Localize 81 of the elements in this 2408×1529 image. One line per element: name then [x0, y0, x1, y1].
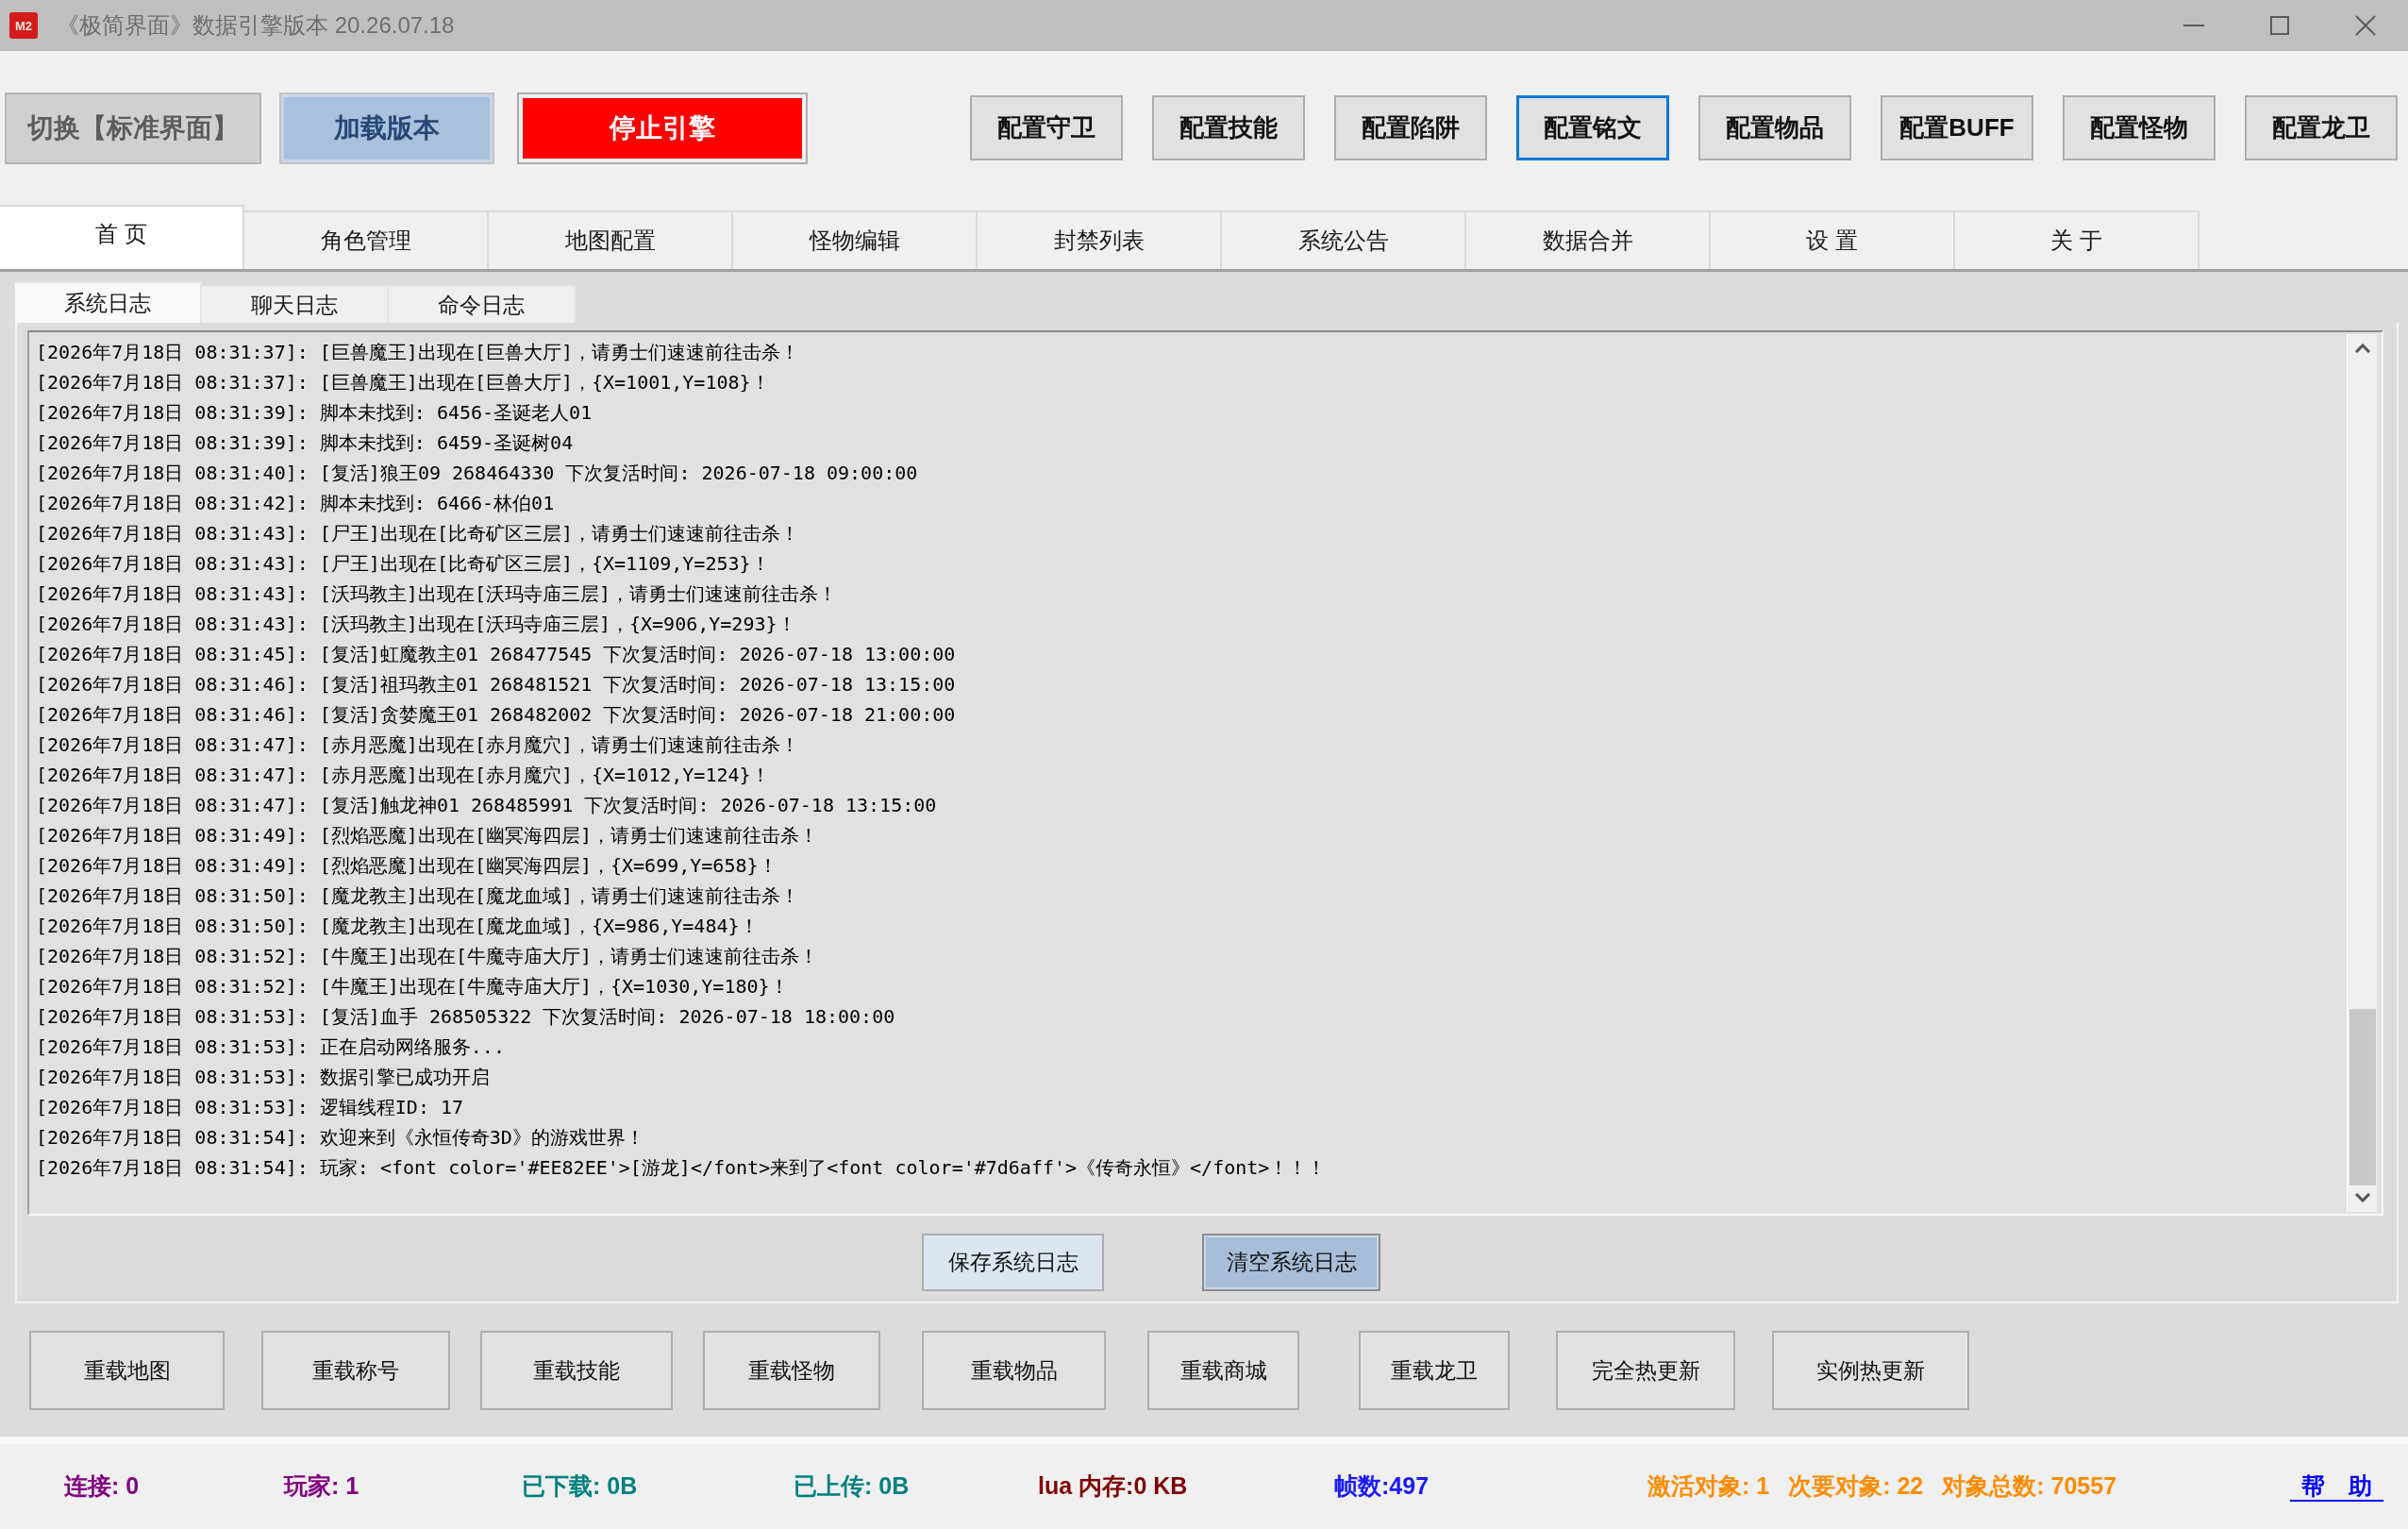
status-text: 玩家: 1 — [284, 1471, 360, 1502]
tab[interactable]: 数据合并 — [1466, 210, 1711, 269]
log-line: [2026年7月18日 08:31:53]: 逻辑线程ID: 17 — [36, 1095, 465, 1120]
log-line: [2026年7月18日 08:31:53]: 正在启动网络服务... — [36, 1034, 506, 1060]
log-line: [2026年7月18日 08:31:40]: [复活]狼王09 268464330 下次复活时间: 2026-07-18 09:00:00 — [36, 461, 919, 486]
log-line: [2026年7月18日 08:31:43]: [沃玛教主]出现在[沃玛寺庙三层]，{X=906,Y=293}！ — [36, 612, 797, 637]
log-line: [2026年7月18日 08:31:46]: [复活]贪婪魔王01 268482002 下次复活时间: 2026-07-18 21:00:00 — [36, 702, 957, 728]
config-button[interactable]: 配置技能 — [1152, 95, 1305, 160]
log-line: [2026年7月18日 08:31:54]: 欢迎来到《永恒传奇3D》的游戏世界！ — [36, 1125, 645, 1151]
log-line: [2026年7月18日 08:31:54]: 玩家: <font color='#EE82EE'>[游龙]</font>来到了<font color='#7d6aff'>《传奇永恒》</font>！！！ — [36, 1155, 1328, 1181]
status-text: 已上传: 0B — [794, 1471, 911, 1502]
reload-button[interactable]: 重载称号 — [261, 1331, 450, 1410]
log-tab[interactable]: 命令日志 — [389, 285, 576, 323]
reload-button[interactable]: 实例热更新 — [1772, 1331, 1969, 1410]
log-tab[interactable]: 系统日志 — [15, 281, 202, 323]
log-tab[interactable]: 聊天日志 — [202, 285, 389, 323]
reload-button[interactable]: 重载技能 — [480, 1331, 673, 1410]
status-text: 激活对象: 1 — [1647, 1471, 1770, 1502]
log-button[interactable]: 清空系统日志 — [1202, 1234, 1380, 1291]
help-link[interactable]: 帮 助 — [2290, 1471, 2383, 1502]
status-text: 帧数:497 — [1334, 1471, 1430, 1502]
log-line: [2026年7月18日 08:31:47]: [赤月恶魔]出现在[赤月魔穴]，{X=1012,Y=124}！ — [36, 763, 771, 788]
reload-button[interactable]: 重载龙卫 — [1359, 1331, 1510, 1410]
log-line: [2026年7月18日 08:31:43]: [尸王]出现在[比奇矿区三层]，请勇士们速速前往击杀！ — [36, 521, 800, 546]
toolbar-button[interactable]: 加载版本 — [279, 92, 494, 164]
log-line: [2026年7月18日 08:31:47]: [复活]触龙神01 268485991 下次复活时间: 2026-07-18 13:15:00 — [36, 793, 938, 818]
log-line: [2026年7月18日 08:31:39]: 脚本未找到: 6459-圣诞树04 — [36, 430, 575, 456]
log-line: [2026年7月18日 08:31:53]: 数据引擎已成功开启 — [36, 1065, 491, 1090]
close-icon — [2354, 15, 2376, 36]
reload-button[interactable]: 重载地图 — [29, 1331, 225, 1410]
log-line: [2026年7月18日 08:31:45]: [复活]虹魔教主01 268477545 下次复活时间: 2026-07-18 13:00:00 — [36, 642, 957, 667]
log-line: [2026年7月18日 08:31:50]: [魔龙教主]出现在[魔龙血域]，{X=986,Y=484}！ — [36, 914, 760, 939]
config-button[interactable]: 配置BUFF — [1881, 95, 2033, 160]
config-button[interactable]: 配置物品 — [1698, 95, 1851, 160]
tab[interactable]: 首 页 — [0, 205, 244, 269]
tab[interactable]: 地图配置 — [489, 210, 733, 269]
tab[interactable]: 系统公告 — [1222, 210, 1466, 269]
minimize-icon — [2182, 25, 2204, 26]
reload-button[interactable]: 重载怪物 — [703, 1331, 880, 1410]
scrollbar[interactable] — [2347, 334, 2377, 1212]
log-line: [2026年7月18日 08:31:37]: [巨兽魔王]出现在[巨兽大厅]，{X=1001,Y=108}！ — [36, 370, 771, 395]
status-text: 次要对象: 22 — [1788, 1471, 1924, 1502]
log-line: [2026年7月18日 08:31:52]: [牛魔王]出现在[牛魔寺庙大厅]，请勇士们速速前往击杀！ — [36, 944, 819, 969]
log-line: [2026年7月18日 08:31:49]: [烈焰恶魔]出现在[幽冥海四层]，{X=699,Y=658}！ — [36, 853, 778, 879]
app-logo: M2 — [9, 12, 38, 39]
status-text: 连接: 0 — [64, 1471, 141, 1502]
status-text: 对象总数: 70557 — [1942, 1471, 2117, 1502]
config-button[interactable]: 配置龙卫 — [2245, 95, 2398, 160]
tab[interactable]: 角色管理 — [244, 210, 489, 269]
tab[interactable]: 设 置 — [1711, 210, 1955, 269]
log-line: [2026年7月18日 08:31:52]: [牛魔王]出现在[牛魔寺庙大厅]，{X=1030,Y=180}！ — [36, 974, 790, 1000]
tab[interactable]: 关 于 — [1955, 210, 2199, 269]
window-title: 《极简界面》数据引擎版本 20.26.07.18 — [57, 11, 455, 40]
scrollbar-thumb[interactable] — [2349, 1009, 2376, 1185]
log-line: [2026年7月18日 08:31:47]: [赤月恶魔]出现在[赤月魔穴]，请勇士们速速前往击杀！ — [36, 732, 800, 758]
config-button[interactable]: 配置铭文 — [1516, 95, 1669, 160]
log-line: [2026年7月18日 08:31:37]: [巨兽魔王]出现在[巨兽大厅]，请勇士们速速前往击杀！ — [36, 340, 800, 365]
status-text: lua 内存:0 KB — [1038, 1471, 1189, 1502]
maximize-icon — [2269, 16, 2289, 35]
chevron-down-icon[interactable] — [2354, 1193, 2370, 1202]
status-text: 已下载: 0B — [522, 1471, 639, 1502]
config-button[interactable]: 配置怪物 — [2063, 95, 2216, 160]
toolbar-button[interactable]: 停止引擎 — [517, 92, 808, 164]
reload-button[interactable]: 重载物品 — [922, 1331, 1106, 1410]
chevron-up-icon[interactable] — [2354, 344, 2370, 353]
config-button[interactable]: 配置守卫 — [970, 95, 1123, 160]
log-line: [2026年7月18日 08:31:49]: [烈焰恶魔]出现在[幽冥海四层]，请勇士们速速前往击杀！ — [36, 823, 819, 849]
toolbar-button[interactable]: 切换【标准界面】 — [5, 92, 261, 164]
log-button[interactable]: 保存系统日志 — [922, 1234, 1104, 1291]
tab[interactable]: 怪物编辑 — [733, 210, 978, 269]
config-button[interactable]: 配置陷阱 — [1334, 95, 1487, 160]
log-line: [2026年7月18日 08:31:42]: 脚本未找到: 6466-林伯01 — [36, 491, 556, 516]
log-line: [2026年7月18日 08:31:46]: [复活]祖玛教主01 268481521 下次复活时间: 2026-07-18 13:15:00 — [36, 672, 957, 697]
log-line: [2026年7月18日 08:31:39]: 脚本未找到: 6456-圣诞老人01 — [36, 400, 594, 426]
tab[interactable]: 封禁列表 — [978, 210, 1222, 269]
reload-button[interactable]: 完全热更新 — [1556, 1331, 1735, 1410]
log-line: [2026年7月18日 08:31:43]: [沃玛教主]出现在[沃玛寺庙三层]，请勇士们速速前往击杀！ — [36, 581, 838, 607]
log-line: [2026年7月18日 08:31:50]: [魔龙教主]出现在[魔龙血域]，请勇士们速速前往击杀！ — [36, 883, 800, 909]
reload-button[interactable]: 重载商城 — [1147, 1331, 1299, 1410]
log-line: [2026年7月18日 08:31:43]: [尸王]出现在[比奇矿区三层]，{X=1109,Y=253}！ — [36, 551, 771, 577]
log-line: [2026年7月18日 08:31:53]: [复活]血手 268505322 下次复活时间: 2026-07-18 18:00:00 — [36, 1004, 896, 1030]
